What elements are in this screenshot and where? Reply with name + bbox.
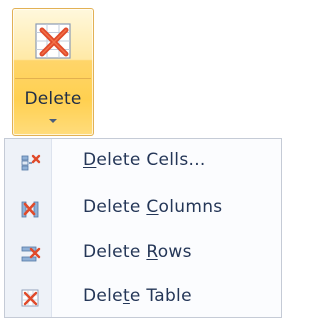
split-divider xyxy=(15,78,91,79)
menu-item-delete-cells[interactable]: Delete Cells... xyxy=(5,143,281,179)
delete-cells-icon xyxy=(21,154,41,171)
menu-item-label: Delete Rows xyxy=(83,242,192,262)
delete-table-icon xyxy=(21,289,39,307)
chevron-down-icon[interactable] xyxy=(49,119,57,123)
menu-item-label: Delete Table xyxy=(83,286,192,306)
delete-split-button[interactable]: Delete xyxy=(12,8,94,136)
delete-menu: Delete Cells... Delete Columns Delete Ro… xyxy=(4,138,282,318)
menu-item-delete-rows[interactable]: Delete Rows xyxy=(5,235,281,271)
menu-item-label: Delete Cells... xyxy=(83,150,206,170)
delete-button-label: Delete xyxy=(24,89,82,109)
menu-item-label: Delete Columns xyxy=(83,197,223,217)
delete-rows-icon xyxy=(21,246,41,262)
delete-columns-icon xyxy=(21,201,39,218)
delete-table-large-icon xyxy=(35,23,71,59)
menu-item-delete-table[interactable]: Delete Table xyxy=(5,279,281,315)
menu-item-delete-columns[interactable]: Delete Columns xyxy=(5,190,281,226)
